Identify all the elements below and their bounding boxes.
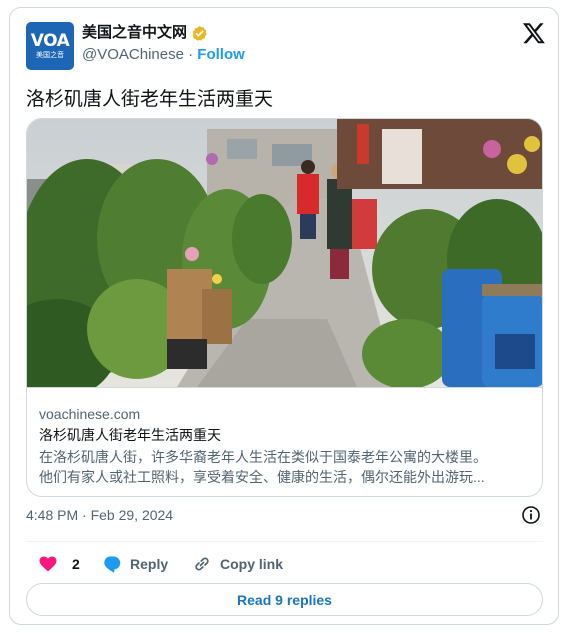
copy-link-label: Copy link: [220, 556, 284, 572]
display-name[interactable]: 美国之音中文网: [82, 24, 187, 42]
like-count: 2: [72, 556, 80, 572]
copy-link-button[interactable]: Copy link: [192, 546, 283, 582]
reply-button[interactable]: Reply: [102, 546, 168, 582]
read-replies-button[interactable]: Read 9 replies: [26, 583, 543, 616]
handle[interactable]: @VOAChinese: [82, 46, 184, 63]
link-preview-card[interactable]: voachinese.com 洛杉矶唐人街老年生活两重天 在洛杉矶唐人街，许多华…: [26, 118, 543, 497]
link-title: 洛杉矶唐人街老年生活两重天: [39, 427, 221, 443]
tweet-embed-card: VOA 美国之音 美国之音中文网 @VOAChinese · Follow 洛杉…: [9, 7, 559, 625]
handle-separator: ·: [183, 46, 198, 63]
tweet-timestamp[interactable]: 4:48 PM · Feb 29, 2024: [26, 506, 173, 524]
heart-icon: [39, 556, 57, 572]
avatar-sub: 美国之音: [36, 51, 64, 59]
reply-label: Reply: [130, 556, 169, 572]
divider: [26, 541, 543, 542]
reply-icon: [104, 556, 121, 573]
link-info: voachinese.com 洛杉矶唐人街老年生活两重天 在洛杉矶唐人街，许多华…: [27, 387, 542, 496]
article-photo[interactable]: [27, 119, 543, 387]
like-button[interactable]: 2: [38, 546, 80, 582]
link-description-line-1: 在洛杉矶唐人街，许多华裔老年人生活在类似于国泰老年公寓的大楼里。: [39, 449, 487, 465]
handle-row: @VOAChinese · Follow: [82, 46, 245, 64]
name-row: 美国之音中文网: [82, 24, 208, 42]
link-description-line-2: 他们有家人或社工照料，享受着安全、健康的生活，偶尔还能外出游玩...: [39, 469, 485, 485]
tweet-text: 洛杉矶唐人街老年生活两重天: [26, 89, 274, 110]
info-icon[interactable]: [521, 505, 541, 525]
x-logo-icon[interactable]: [522, 21, 546, 45]
link-domain: voachinese.com: [39, 406, 141, 422]
avatar[interactable]: VOA 美国之音: [26, 22, 74, 70]
verified-badge-icon: [192, 25, 207, 41]
avatar-logo: VOA: [30, 30, 70, 51]
tweet-actions: 2 Reply Copy link: [26, 546, 543, 582]
tweet-header: VOA 美国之音 美国之音中文网 @VOAChinese · Follow: [26, 19, 546, 70]
link-icon: [195, 557, 209, 571]
follow-button[interactable]: Follow: [197, 46, 245, 63]
